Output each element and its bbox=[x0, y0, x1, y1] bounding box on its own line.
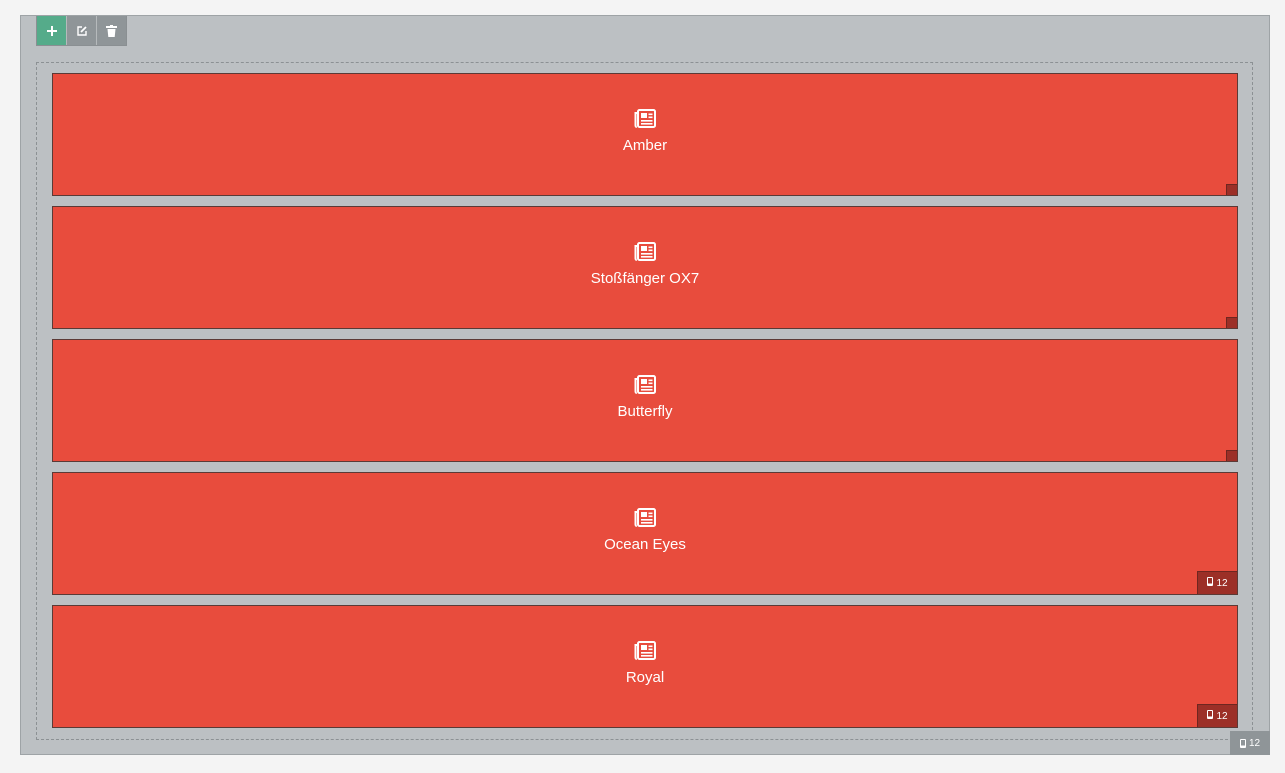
edit-button[interactable] bbox=[67, 16, 97, 45]
row-label: Amber bbox=[622, 137, 668, 154]
row-label: Butterfly bbox=[617, 403, 673, 420]
content-row[interactable]: Ocean Eyes 12 bbox=[52, 472, 1238, 595]
newspaper-icon bbox=[634, 242, 656, 266]
trash-icon bbox=[106, 24, 117, 37]
content-row[interactable]: Butterfly bbox=[52, 339, 1238, 462]
row-label: Ocean Eyes bbox=[604, 536, 686, 553]
newspaper-icon bbox=[634, 641, 656, 665]
rows-dropzone: Amber Stoßfänger OX7 Butterfly Ocean Eyes 12… bbox=[36, 62, 1253, 740]
row-label: Royal bbox=[625, 669, 665, 686]
newspaper-icon bbox=[634, 109, 656, 133]
newspaper-icon bbox=[634, 508, 656, 532]
container-column-badge: 12 bbox=[1230, 731, 1270, 755]
badge-value: 12 bbox=[1216, 577, 1228, 589]
mobile-icon bbox=[1207, 577, 1214, 589]
section-container[interactable]: Amber Stoßfänger OX7 Butterfly Ocean Eyes 12… bbox=[20, 15, 1270, 755]
mobile-icon bbox=[1239, 738, 1246, 748]
content-row[interactable]: Stoßfänger OX7 bbox=[52, 206, 1238, 329]
column-width-badge: 12 bbox=[1197, 704, 1237, 727]
delete-button[interactable] bbox=[97, 16, 126, 45]
plus-icon bbox=[46, 25, 57, 36]
resize-handle[interactable] bbox=[1226, 450, 1237, 461]
resize-handle[interactable] bbox=[1226, 317, 1237, 328]
content-row[interactable]: Amber bbox=[52, 73, 1238, 196]
add-button[interactable] bbox=[37, 16, 67, 45]
row-label: Stoßfänger OX7 bbox=[590, 270, 700, 287]
edit-icon bbox=[76, 25, 87, 36]
resize-handle[interactable] bbox=[1226, 184, 1237, 195]
mobile-icon bbox=[1207, 710, 1214, 722]
badge-value: 12 bbox=[1216, 710, 1228, 722]
content-row[interactable]: Royal 12 bbox=[52, 605, 1238, 728]
newspaper-icon bbox=[634, 375, 656, 399]
container-badge-value: 12 bbox=[1248, 737, 1261, 749]
section-toolbar bbox=[36, 16, 127, 46]
column-width-badge: 12 bbox=[1197, 571, 1237, 594]
